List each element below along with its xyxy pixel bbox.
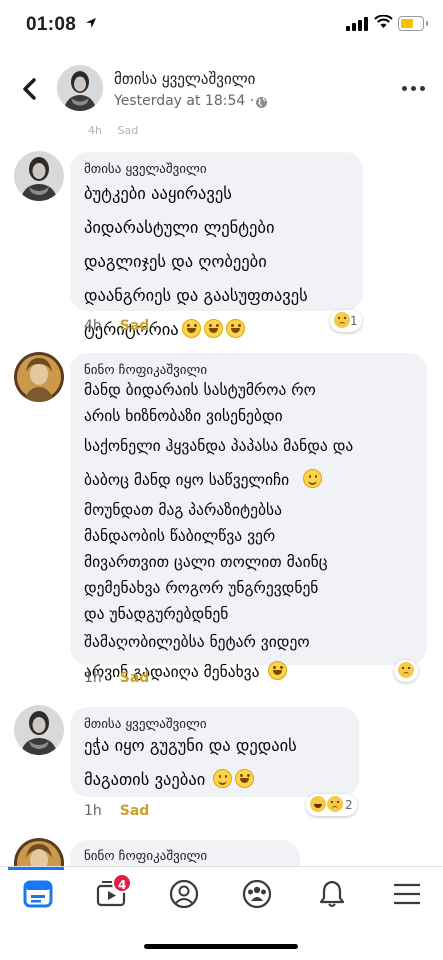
post-timestamp: Yesterday at 18:54 · [114, 93, 255, 109]
reaction-summary[interactable]: 1 [330, 310, 362, 332]
battery-icon [398, 16, 428, 31]
sad-reaction-icon [398, 662, 414, 678]
comment-time: 1h [84, 670, 102, 686]
grinning-face-icon [267, 661, 287, 680]
back-arrow-icon[interactable] [14, 72, 44, 106]
profile-icon[interactable] [168, 879, 200, 909]
groups-icon[interactable] [241, 879, 273, 909]
cutoff-meta: 4h Sad [88, 124, 139, 137]
author-name[interactable]: მთისა ყველაშვილი [114, 70, 255, 88]
grinning-face-icon [203, 319, 223, 338]
comment-meta: 4h Sad [84, 318, 149, 334]
menu-hamburger-icon[interactable] [391, 879, 423, 909]
post-header: მთისა ყველაშვილი Yesterday at 18:54 · [0, 50, 443, 128]
sad-react-link[interactable]: Sad [120, 670, 150, 686]
grinning-face-icon [225, 319, 245, 338]
home-indicator[interactable] [144, 944, 298, 949]
comment-author[interactable]: მთისა ყველაშვილი [84, 162, 207, 177]
zipper-mouth-face-icon [213, 769, 233, 788]
commenter-avatar[interactable] [14, 705, 64, 755]
comment-meta: 1h Sad [84, 670, 149, 686]
comment-meta: 1h Sad [84, 803, 149, 819]
sad-reaction-icon [334, 312, 350, 328]
comment-bubble[interactable]: ნინო ჩოფიკაშვილი მანდ ბიდარაის სასტუმროა… [70, 353, 427, 681]
status-time: 01:08 [26, 14, 77, 35]
notifications-bell-icon[interactable] [316, 879, 348, 909]
commenter-avatar[interactable] [14, 151, 64, 201]
sad-reaction-icon [327, 796, 343, 812]
comment-time: 4h [84, 318, 102, 334]
comment-author[interactable]: ნინო ჩოფიკაშვილი [84, 849, 207, 864]
sad-react-link[interactable]: Sad [120, 318, 150, 334]
reaction-summary[interactable] [394, 660, 418, 682]
commenter-avatar[interactable] [14, 838, 64, 866]
wifi-icon [374, 15, 393, 28]
cellular-signal-icon [346, 17, 370, 31]
grinning-face-icon [181, 319, 201, 338]
more-options-icon[interactable] [402, 86, 428, 94]
location-arrow-icon [86, 18, 96, 28]
sad-react-link[interactable]: Sad [120, 803, 150, 819]
comment-author[interactable]: ნინო ჩოფიკაშვილი [84, 363, 207, 378]
reaction-summary[interactable]: 2 [306, 794, 357, 816]
comment-bubble[interactable]: ნინო ჩოფიკაშვილი [70, 840, 300, 866]
commenter-avatar[interactable] [14, 352, 64, 402]
comment-time: 1h [84, 803, 102, 819]
haha-reaction-icon [310, 796, 326, 812]
globe-icon [256, 97, 267, 108]
bottom-tab-bar: 4 [0, 866, 443, 927]
comment-bubble[interactable]: მთისა ყველაშვილი ბუტკები ააყირავეს პიდარ… [70, 152, 363, 339]
comment-text: მანდ ბიდარაის სასტუმროა რო არის ხიზნობაზ… [84, 381, 354, 681]
comment-bubble[interactable]: მთისა ყველაშვილი ეჭა იყო გუგუნი და დედაი… [70, 707, 359, 797]
news-feed-icon[interactable] [22, 879, 54, 909]
author-avatar[interactable] [57, 65, 103, 111]
zany-face-icon [235, 769, 255, 788]
status-bar: 01:08 [0, 0, 443, 50]
comment-text: ეჭა იყო გუგუნი და დედაის მაგათის ვაებაი [84, 736, 297, 789]
active-tab-indicator [8, 867, 64, 870]
smiling-face-icon [303, 469, 323, 488]
video-notification-badge: 4 [112, 873, 133, 893]
